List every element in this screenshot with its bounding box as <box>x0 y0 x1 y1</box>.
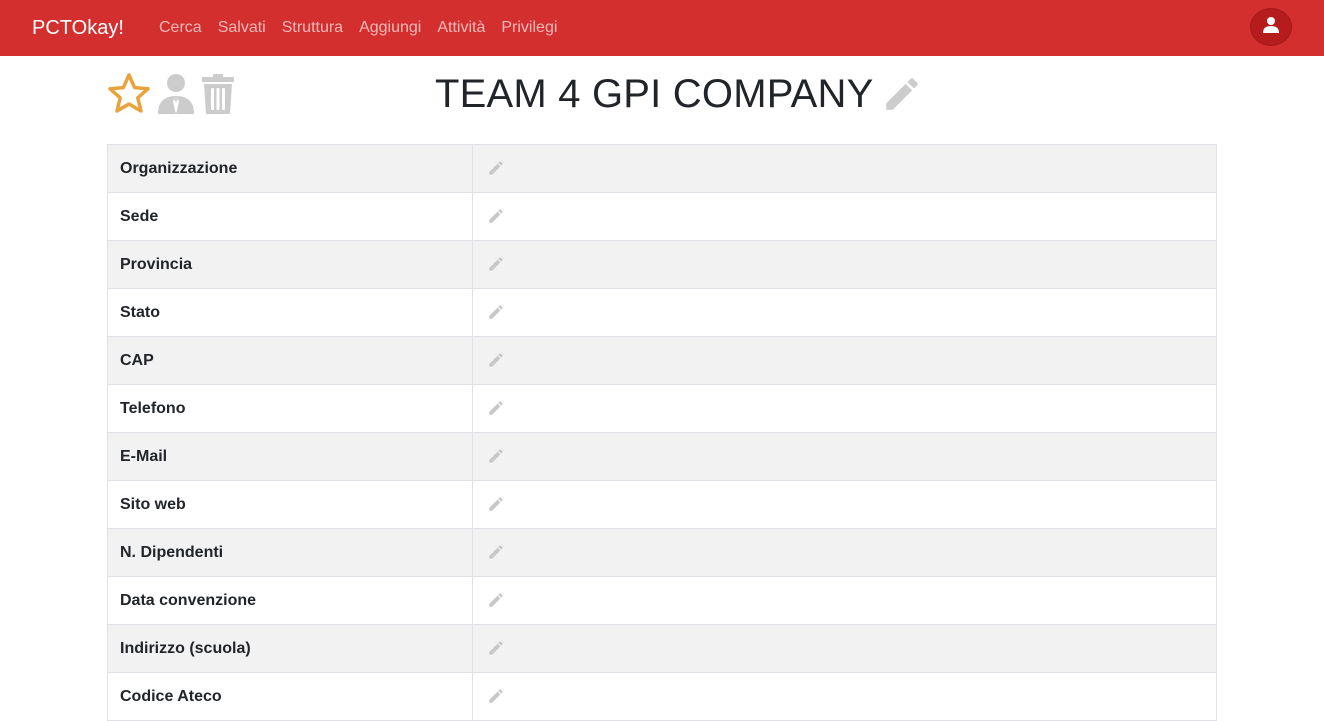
field-label: Provincia <box>107 240 473 289</box>
table-row: Organizzazione <box>107 144 1217 193</box>
pencil-icon[interactable] <box>881 73 923 115</box>
top-navbar: PCTOkay! Cerca Salvati Struttura Aggiung… <box>0 0 1324 56</box>
table-row: Indirizzo (scuola) <box>107 624 1217 673</box>
field-value <box>472 528 1217 577</box>
page-title: TEAM 4 GPI COMPANY <box>435 71 874 116</box>
field-value <box>472 384 1217 433</box>
star-outline-icon[interactable] <box>107 72 151 116</box>
trash-icon[interactable] <box>201 73 235 115</box>
nav-link-cerca[interactable]: Cerca <box>151 16 210 40</box>
pencil-icon[interactable] <box>487 399 505 417</box>
field-label: Organizzazione <box>107 144 473 193</box>
field-label: E-Mail <box>107 432 473 481</box>
table-row: N. Dipendenti <box>107 528 1217 577</box>
field-label: Indirizzo (scuola) <box>107 624 473 673</box>
field-label: Stato <box>107 288 473 337</box>
table-row: E-Mail <box>107 432 1217 481</box>
user-menu-button[interactable] <box>1250 8 1292 46</box>
table-row: Data convenzione <box>107 576 1217 625</box>
field-value <box>472 576 1217 625</box>
field-label: CAP <box>107 336 473 385</box>
pencil-icon[interactable] <box>487 255 505 273</box>
field-label: Telefono <box>107 384 473 433</box>
table-row: Sito web <box>107 480 1217 529</box>
field-label: N. Dipendenti <box>107 528 473 577</box>
field-value <box>472 480 1217 529</box>
nav-link-attivita[interactable]: Attività <box>429 16 493 40</box>
company-details-table: Organizzazione Sede Provincia Stato CAP … <box>107 144 1217 721</box>
user-icon <box>1262 16 1280 39</box>
nav-link-salvati[interactable]: Salvati <box>210 16 274 40</box>
field-label: Data convenzione <box>107 576 473 625</box>
field-value <box>472 672 1217 721</box>
pencil-icon[interactable] <box>487 687 505 705</box>
pencil-icon[interactable] <box>487 303 505 321</box>
pencil-icon[interactable] <box>487 591 505 609</box>
pencil-icon[interactable] <box>487 447 505 465</box>
table-row: Sede <box>107 192 1217 241</box>
table-row: Stato <box>107 288 1217 337</box>
table-row: Telefono <box>107 384 1217 433</box>
company-actions <box>107 72 241 116</box>
field-label: Sito web <box>107 480 473 529</box>
pencil-icon[interactable] <box>487 495 505 513</box>
table-row: Codice Ateco <box>107 672 1217 721</box>
field-value <box>472 288 1217 337</box>
user-tie-icon[interactable] <box>157 73 195 115</box>
nav-links: Cerca Salvati Struttura Aggiungi Attivit… <box>151 16 565 40</box>
field-value <box>472 240 1217 289</box>
table-row: CAP <box>107 336 1217 385</box>
field-label: Sede <box>107 192 473 241</box>
pencil-icon[interactable] <box>487 351 505 369</box>
field-value <box>472 192 1217 241</box>
field-value <box>472 624 1217 673</box>
nav-link-aggiungi[interactable]: Aggiungi <box>351 16 429 40</box>
pencil-icon[interactable] <box>487 207 505 225</box>
pencil-icon[interactable] <box>487 159 505 177</box>
field-label: Codice Ateco <box>107 672 473 721</box>
field-value <box>472 144 1217 193</box>
nav-link-struttura[interactable]: Struttura <box>274 16 351 40</box>
nav-link-privilegi[interactable]: Privilegi <box>493 16 565 40</box>
pencil-icon[interactable] <box>487 543 505 561</box>
brand-logo[interactable]: PCTOkay! <box>32 16 124 40</box>
table-row: Provincia <box>107 240 1217 289</box>
field-value <box>472 432 1217 481</box>
pencil-icon[interactable] <box>487 639 505 657</box>
company-header: TEAM 4 GPI COMPANY <box>435 68 923 120</box>
field-value <box>472 336 1217 385</box>
